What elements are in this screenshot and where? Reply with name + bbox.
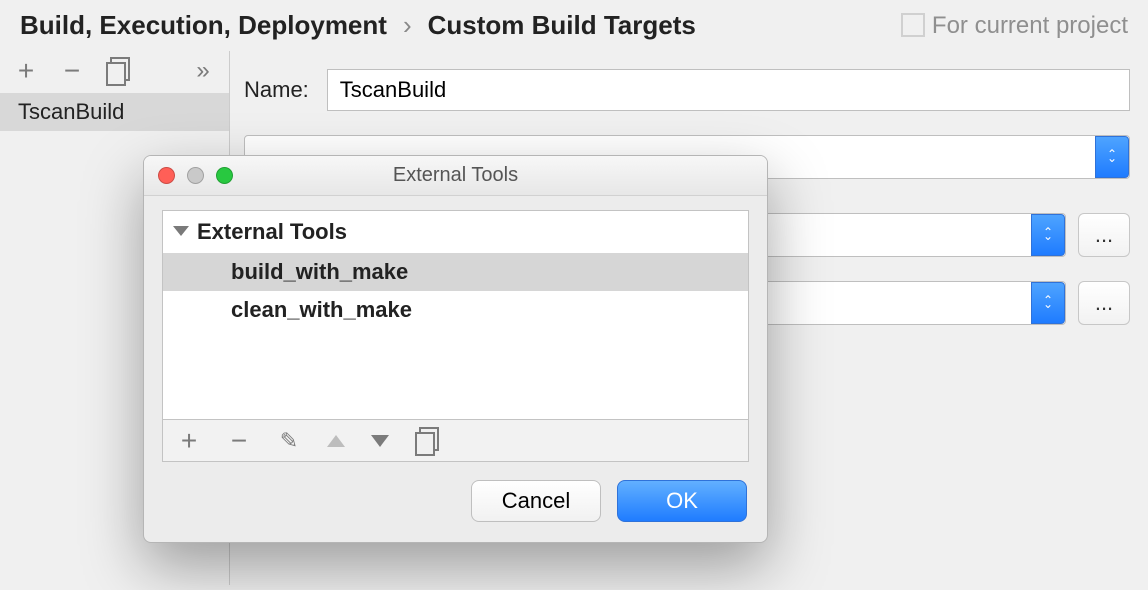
cancel-button[interactable]: Cancel	[471, 480, 601, 522]
external-tools-tree[interactable]: External Tools build_with_make clean_wit…	[162, 210, 749, 420]
edit-tool-icon[interactable]	[277, 429, 301, 453]
tree-item-label: clean_with_make	[231, 297, 412, 322]
project-scope-icon	[904, 16, 924, 36]
cancel-button-label: Cancel	[502, 488, 570, 513]
tree-item-label: build_with_make	[231, 259, 408, 284]
dialog-footer: Cancel OK	[144, 462, 767, 542]
dialog-titlebar[interactable]: External Tools	[144, 156, 767, 196]
window-controls	[158, 167, 233, 184]
tree-toolbar	[162, 420, 749, 462]
settings-header: Build, Execution, Deployment › Custom Bu…	[0, 0, 1148, 51]
target-list-item-label: TscanBuild	[18, 99, 124, 124]
ellipsis-icon: ...	[1095, 222, 1113, 248]
breadcrumb-separator-icon: ›	[403, 10, 412, 41]
targets-toolbar	[0, 55, 229, 93]
tree-group-header[interactable]: External Tools	[163, 211, 748, 253]
remove-icon[interactable]	[60, 59, 84, 83]
tree-item[interactable]: build_with_make	[163, 253, 748, 291]
name-label: Name:	[244, 77, 309, 103]
clean-tool-browse-button[interactable]: ...	[1078, 281, 1130, 325]
dialog-title: External Tools	[144, 164, 767, 187]
breadcrumb: Build, Execution, Deployment › Custom Bu…	[20, 10, 696, 41]
ellipsis-icon: ...	[1095, 290, 1113, 316]
zoom-window-icon[interactable]	[216, 167, 233, 184]
move-down-icon[interactable]	[371, 435, 389, 447]
breadcrumb-part-2[interactable]: Custom Build Targets	[428, 10, 696, 41]
move-up-icon[interactable]	[327, 435, 345, 447]
build-tool-browse-button[interactable]: ...	[1078, 213, 1130, 257]
external-tools-dialog: External Tools External Tools build_with…	[143, 155, 768, 543]
disclosure-triangle-icon[interactable]	[173, 226, 189, 236]
scope-label: For current project	[932, 12, 1128, 40]
add-icon[interactable]	[14, 59, 38, 83]
select-stepper-icon[interactable]	[1031, 214, 1065, 256]
target-list-item[interactable]: TscanBuild	[0, 93, 229, 131]
ok-button[interactable]: OK	[617, 480, 747, 522]
select-stepper-icon[interactable]	[1031, 282, 1065, 324]
close-window-icon[interactable]	[158, 167, 175, 184]
ok-button-label: OK	[666, 488, 698, 513]
name-row: Name:	[244, 69, 1130, 111]
minimize-window-icon	[187, 167, 204, 184]
expand-icon[interactable]	[191, 59, 215, 83]
select-stepper-icon[interactable]	[1095, 136, 1129, 178]
tree-group-label: External Tools	[197, 219, 347, 245]
copy-icon[interactable]	[106, 60, 124, 82]
add-tool-icon[interactable]	[177, 429, 201, 453]
name-input[interactable]	[327, 69, 1130, 111]
tree-item[interactable]: clean_with_make	[163, 291, 748, 329]
remove-tool-icon[interactable]	[227, 429, 251, 453]
copy-tool-icon[interactable]	[415, 430, 433, 452]
breadcrumb-part-1[interactable]: Build, Execution, Deployment	[20, 10, 387, 41]
scope-indicator: For current project	[904, 12, 1128, 40]
